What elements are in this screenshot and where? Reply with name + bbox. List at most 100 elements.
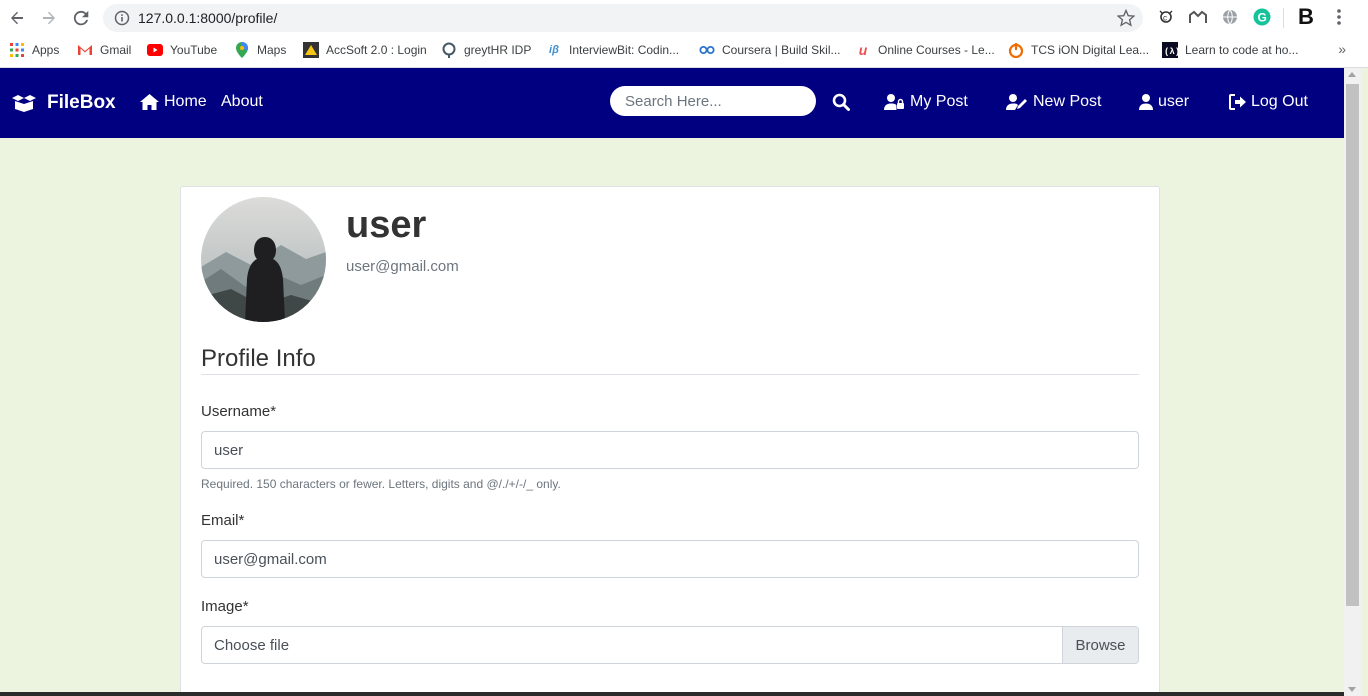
email-label: Email* [201,512,245,529]
bookmark-youtube[interactable]: YouTube [147,36,217,64]
home-icon [140,94,159,110]
bookmark-label: YouTube [170,43,218,57]
forward-button[interactable] [37,6,61,30]
back-arrow-icon [11,11,23,25]
user-edit-icon [1006,94,1027,110]
nav-user-label: user [1158,93,1190,110]
box-open-icon [12,95,36,112]
nav-logout-label: Log Out [1251,93,1308,110]
site-navbar: FileBox Home About My Post New Post user… [0,68,1344,138]
greythr-icon [441,42,457,58]
brand-logo[interactable]: FileBox [11,92,116,114]
udemy-icon: u [858,42,868,58]
sign-out-icon [1229,94,1246,110]
page-scrollbar[interactable] [1344,68,1361,696]
bookmark-label: Learn to code at ho... [1185,43,1299,57]
bookmark-label: greytHR IDP [464,43,532,57]
svg-text:G: G [1258,11,1267,25]
nav-new-post-label: New Post [1033,93,1102,110]
search-button[interactable] [832,93,852,113]
file-input-label: Choose file [214,637,290,654]
bottom-edge [0,692,1344,696]
user-icon [1139,94,1153,110]
nav-about[interactable]: About [221,93,263,111]
bookmark-maps[interactable]: Maps [234,36,286,64]
scroll-down-icon[interactable] [1348,687,1356,692]
extension-b-icon[interactable]: B [1296,4,1316,29]
section-divider [201,374,1139,375]
user-lock-icon [884,94,904,110]
bookmark-freecodecamp[interactable]: (λ) Learn to code at ho... [1162,36,1298,64]
profile-email: user@gmail.com [346,258,459,275]
forward-arrow-icon [43,11,55,25]
maps-icon [234,42,250,58]
bookmark-interviewbit[interactable]: iβ InterviewBit: Codin... [546,36,679,64]
bookmark-label: Online Courses - Le... [878,43,995,57]
nav-my-post[interactable]: My Post [884,93,968,111]
avatar-image [201,197,326,322]
browser-toolbar: 127.0.0.1:8000/profile/ c G B [0,0,1368,36]
bookmark-label: Apps [32,43,60,57]
username-help-text: Required. 150 characters or fewer. Lette… [201,477,561,491]
back-button[interactable] [5,6,29,30]
accsoft-icon [303,42,319,58]
grammarly-icon[interactable]: G [1252,7,1272,27]
nav-my-post-label: My Post [910,93,968,110]
bookmarks-more-button[interactable]: » [1338,41,1346,57]
avatar [201,197,326,322]
bookmark-label: AccSoft 2.0 : Login [326,43,427,57]
scroll-thumb[interactable] [1346,84,1359,606]
bookmark-star-icon[interactable] [1116,8,1136,32]
nav-logout[interactable]: Log Out [1229,93,1308,111]
tcs-icon [1008,42,1024,58]
nav-home[interactable]: Home [140,93,207,111]
freecodecamp-icon: (λ) [1162,42,1178,58]
gmail-icon [77,42,93,58]
extension-chart-icon[interactable] [1188,7,1208,27]
bookmark-udemy[interactable]: u Online Courses - Le... [855,36,995,64]
svg-text:c: c [1163,14,1167,23]
toolbar-divider [1283,8,1284,28]
bookmarks-bar: Apps Gmail YouTube Maps AccSoft 2.0 : Lo… [0,36,1368,68]
bookmark-gmail[interactable]: Gmail [77,36,131,64]
reload-icon [73,10,89,26]
email-input[interactable] [201,540,1139,578]
nav-about-label: About [221,93,263,110]
extension-c-icon[interactable]: c [1156,7,1176,27]
bookmark-label: Gmail [100,43,132,57]
bookmark-apps[interactable]: Apps [9,36,59,64]
search-input[interactable] [610,86,816,116]
site-info-icon[interactable] [114,10,130,31]
bookmark-label: Coursera | Build Skil... [722,43,841,57]
youtube-icon [147,42,163,58]
profile-card: user user@gmail.com Profile Info Usernam… [180,186,1160,696]
profile-name: user [346,204,427,246]
username-label: Username* [201,403,277,420]
bookmark-label: Maps [257,43,287,57]
svg-text:(λ): (λ) [1164,47,1178,57]
apps-grid-icon [9,42,25,58]
nav-user[interactable]: user [1139,93,1189,111]
image-file-input[interactable]: Choose file Browse [201,626,1139,664]
bookmark-label: InterviewBit: Codin... [569,43,680,57]
browse-button[interactable]: Browse [1062,627,1138,663]
scroll-up-icon[interactable] [1348,72,1356,77]
coursera-icon [699,42,715,58]
search-icon [832,93,850,111]
url-text: 127.0.0.1:8000/profile/ [138,10,278,26]
browser-menu-icon[interactable] [1329,7,1349,27]
section-title: Profile Info [201,345,316,372]
interviewbit-icon: iβ [549,44,559,56]
bookmark-greythr[interactable]: greytHR IDP [441,36,531,64]
extension-globe-icon[interactable] [1220,7,1240,27]
nav-home-label: Home [164,93,207,110]
image-label: Image* [201,598,249,615]
reload-button[interactable] [69,6,93,30]
bookmark-coursera[interactable]: Coursera | Build Skil... [699,36,841,64]
nav-new-post[interactable]: New Post [1006,93,1101,111]
bookmark-tcs[interactable]: TCS iON Digital Lea... [1008,36,1149,64]
bookmark-accsoft[interactable]: AccSoft 2.0 : Login [303,36,427,64]
address-bar[interactable]: 127.0.0.1:8000/profile/ [103,4,1143,32]
brand-name: FileBox [47,92,116,113]
username-input[interactable] [201,431,1139,469]
